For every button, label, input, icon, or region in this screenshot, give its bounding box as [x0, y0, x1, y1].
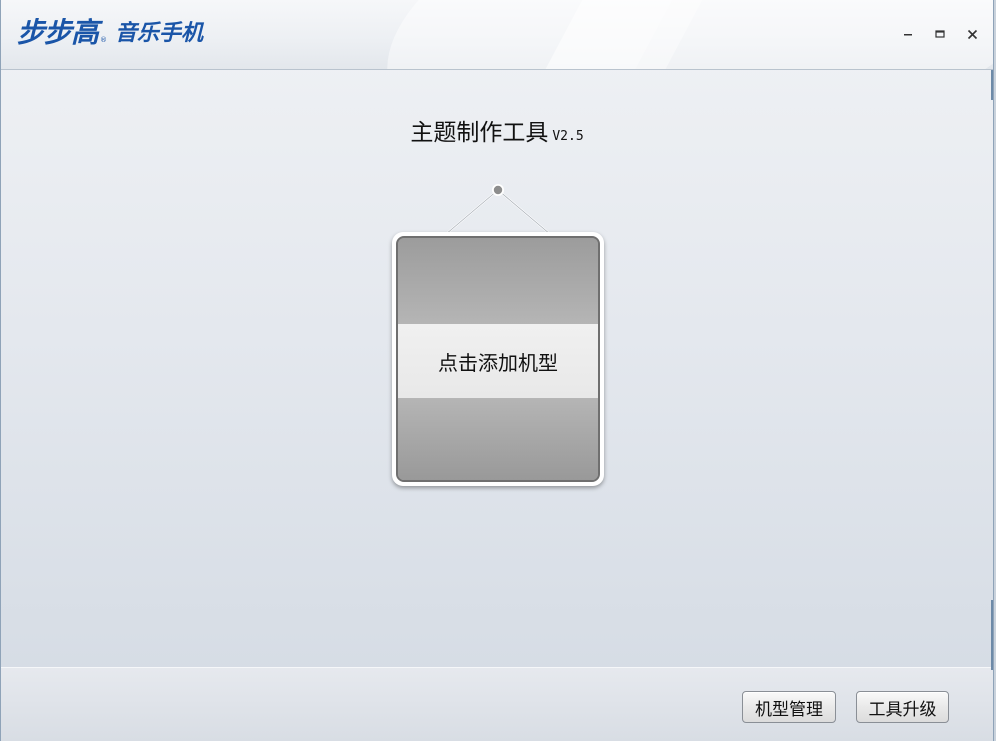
registered-mark: ® [100, 36, 108, 44]
close-button[interactable] [963, 26, 981, 42]
window-edge [991, 70, 993, 100]
minimize-button[interactable] [899, 26, 917, 42]
add-model-card[interactable]: 点击添加机型 [392, 232, 604, 486]
title-bar[interactable]: 步步高 ® 音乐手机 [1, 0, 993, 70]
page-title: 主题制作工具 V2.5 [1, 116, 993, 154]
minimize-icon [904, 34, 912, 36]
brand-logo: 步步高 ® 音乐手机 [17, 16, 203, 50]
card-bottom-panel [398, 398, 598, 480]
app-title-text: 主题制作工具 [410, 120, 549, 146]
tool-upgrade-button[interactable]: 工具升级 [856, 691, 949, 723]
footer-bar: 机型管理 工具升级 [1, 667, 993, 741]
card-top-panel [398, 238, 598, 324]
add-model-label[interactable]: 点击添加机型 [398, 324, 598, 398]
maximize-button[interactable] [931, 26, 949, 42]
app-window: 步步高 ® 音乐手机 主题制作工具 V2.5 点击添加机型 机型管理 工具升级 [0, 0, 994, 741]
version-label: V2.5 [552, 129, 584, 144]
window-controls [899, 26, 981, 42]
model-management-button[interactable]: 机型管理 [742, 691, 836, 723]
add-model-card-frame: 点击添加机型 [396, 236, 600, 482]
close-icon [967, 29, 977, 39]
window-edge [991, 600, 993, 670]
brand-subtitle: 音乐手机 [115, 21, 204, 46]
maximize-icon [935, 30, 945, 38]
brand-logo-text: 步步高 [17, 16, 99, 49]
